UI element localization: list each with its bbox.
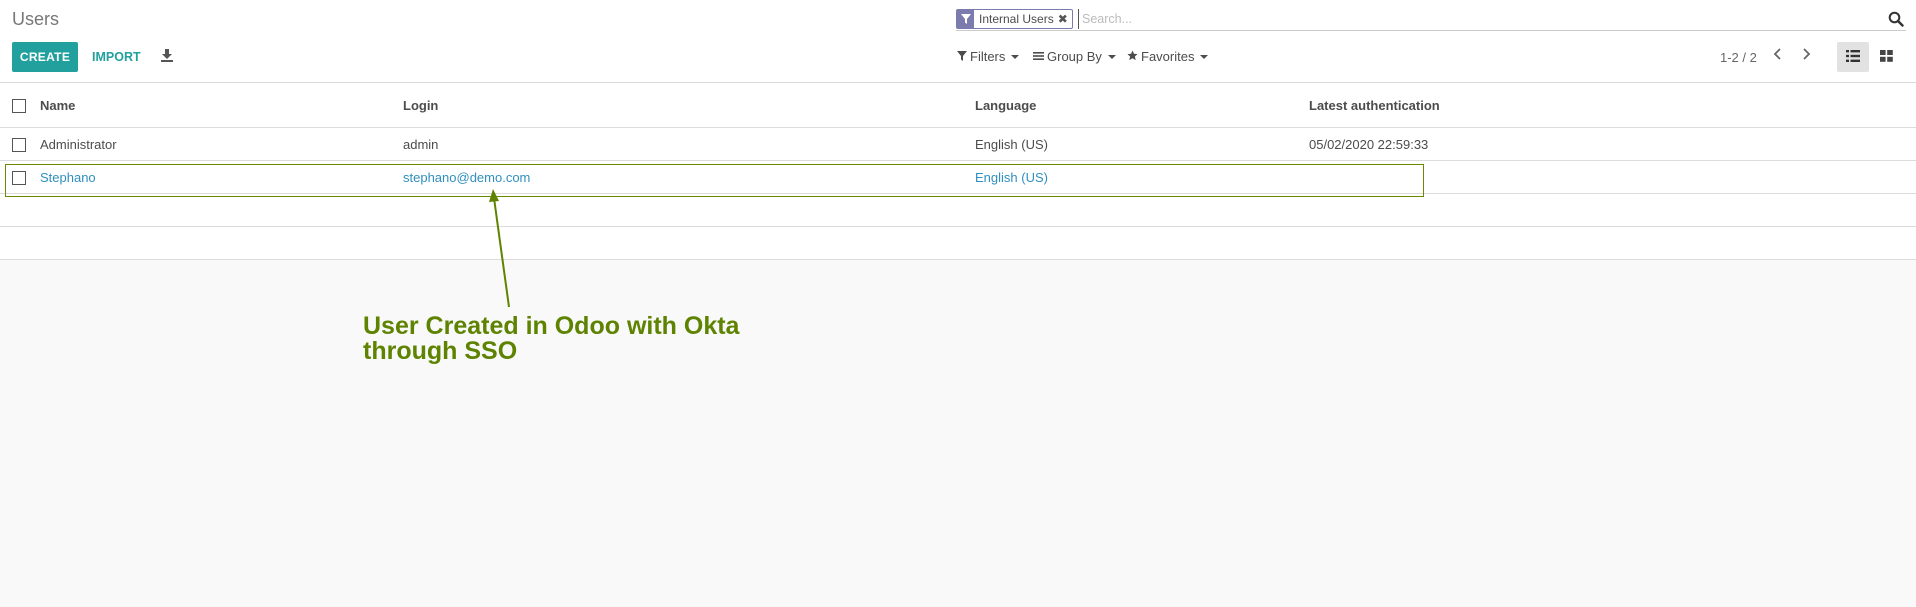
empty-row xyxy=(0,226,1916,260)
column-header-login[interactable]: Login xyxy=(403,83,975,128)
table-header-row: Name Login Language Latest authenticatio… xyxy=(0,83,1916,128)
favorites-label: Favorites xyxy=(1141,49,1195,64)
cell-login: stephano@demo.com xyxy=(403,160,975,194)
list-view-icon xyxy=(1846,49,1860,65)
search-bar: Internal Users ✖ xyxy=(956,6,1906,31)
list-view-button[interactable] xyxy=(1837,42,1869,72)
download-icon[interactable] xyxy=(159,47,179,67)
filters-dropdown[interactable]: Filters xyxy=(957,49,1020,64)
search-facet[interactable]: Internal Users ✖ xyxy=(956,9,1073,29)
cell-name: Administrator xyxy=(40,127,403,161)
table-row[interactable]: Stephano stephano@demo.com English (US) xyxy=(0,160,1916,194)
cell-latest-authentication xyxy=(1309,160,1916,194)
caret-down-icon xyxy=(1200,54,1209,59)
chevron-right-icon[interactable] xyxy=(1799,47,1819,67)
row-checkbox[interactable] xyxy=(12,137,26,152)
facet-remove-icon[interactable]: ✖ xyxy=(1058,12,1072,26)
create-button[interactable]: CREATE xyxy=(12,42,78,72)
row-select-cell xyxy=(0,160,40,194)
empty-row xyxy=(0,193,1916,227)
annotation-text: User Created in Odoo with Okta through S… xyxy=(363,312,740,365)
import-button[interactable]: IMPORT xyxy=(86,42,146,72)
cell-login: admin xyxy=(403,127,975,161)
search-input[interactable] xyxy=(1078,9,1864,29)
column-header-name[interactable]: Name xyxy=(40,83,403,128)
filters-label: Filters xyxy=(970,49,1006,64)
chevron-left-icon[interactable] xyxy=(1771,47,1791,67)
row-checkbox[interactable] xyxy=(12,170,26,185)
pager-value[interactable]: 1-2 / 2 xyxy=(1720,50,1757,65)
search-icon[interactable] xyxy=(1888,11,1904,27)
facet-label: Internal Users xyxy=(979,12,1054,26)
select-all-checkbox[interactable] xyxy=(12,98,26,113)
cell-language: English (US) xyxy=(975,127,1309,161)
cell-language: English (US) xyxy=(975,160,1309,194)
select-all-cell xyxy=(0,83,40,128)
star-icon xyxy=(1127,49,1138,64)
filter-icon xyxy=(957,49,967,64)
column-header-language[interactable]: Language xyxy=(975,83,1309,128)
group-by-dropdown[interactable]: Group By xyxy=(1033,49,1116,64)
page-title[interactable]: Users xyxy=(12,9,59,30)
control-panel: Users CREATE IMPORT Internal Users ✖ Fil… xyxy=(0,0,1916,83)
table-row[interactable]: Administrator admin English (US) 05/02/2… xyxy=(0,127,1916,161)
group-by-icon xyxy=(1033,49,1044,64)
group-by-label: Group By xyxy=(1047,49,1102,64)
kanban-view-button[interactable] xyxy=(1870,42,1902,72)
kanban-view-icon xyxy=(1879,49,1893,65)
row-select-cell xyxy=(0,127,40,161)
caret-down-icon xyxy=(1107,54,1116,59)
filter-icon xyxy=(957,10,974,28)
caret-down-icon xyxy=(1011,54,1020,59)
column-header-latest-authentication[interactable]: Latest authentication xyxy=(1309,83,1916,128)
cell-name: Stephano xyxy=(40,160,403,194)
cell-latest-authentication: 05/02/2020 22:59:33 xyxy=(1309,127,1916,161)
favorites-dropdown[interactable]: Favorites xyxy=(1127,49,1209,64)
users-table: Name Login Language Latest authenticatio… xyxy=(0,83,1916,260)
